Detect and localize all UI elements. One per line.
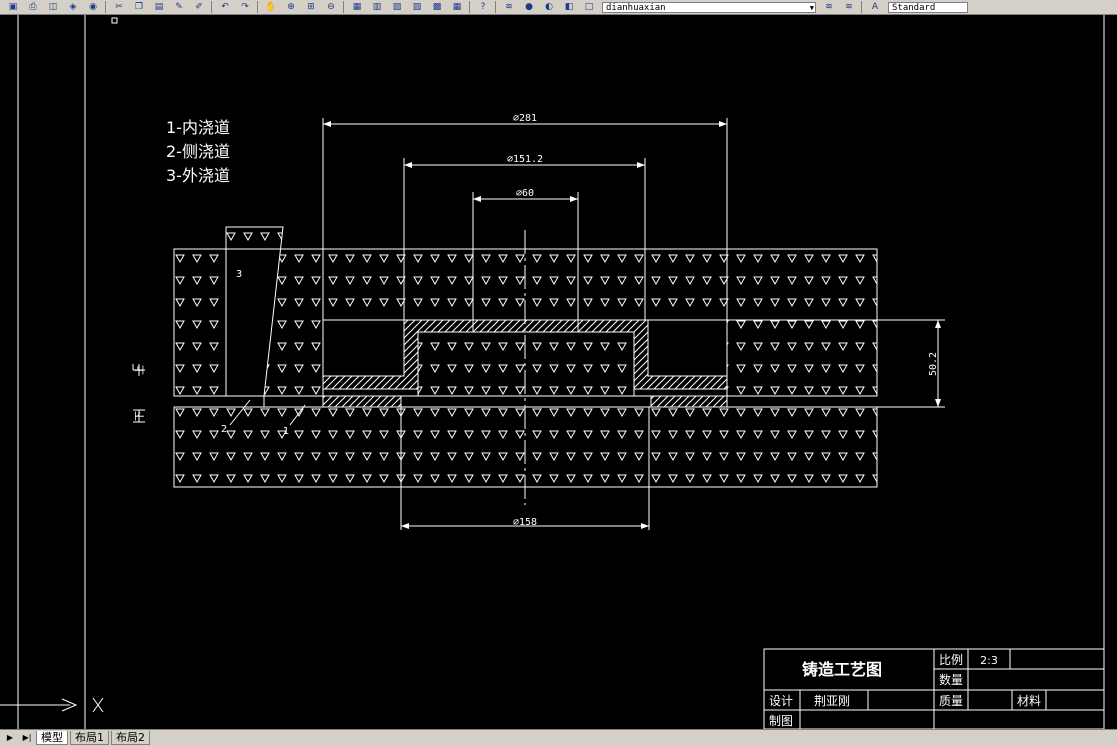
toolbar-separator xyxy=(257,1,258,13)
print-icon[interactable]: ⎙ xyxy=(26,1,40,13)
redo-icon[interactable]: ↷ xyxy=(238,1,252,13)
scale-label: 比例 xyxy=(939,653,963,667)
layer-dropdown-value: dianhuaxian xyxy=(606,2,666,13)
layer-states-icon[interactable]: ≋ xyxy=(842,1,856,13)
dim-text-50: 50.2 xyxy=(928,352,939,376)
calculator-icon[interactable]: ▦ xyxy=(450,1,464,13)
dim-text-281: ⌀281 xyxy=(513,113,537,124)
gate-number-2: 2 xyxy=(221,424,227,435)
layer-dropdown-arrow-icon: ▼ xyxy=(809,3,814,12)
scale-value: 2:3 xyxy=(980,654,998,667)
grip-marker[interactable] xyxy=(111,17,118,24)
tabs-filler xyxy=(150,730,1117,746)
toolbar-separator xyxy=(105,1,106,13)
preview-icon[interactable]: ◫ xyxy=(46,1,60,13)
design-center-icon[interactable]: ▥ xyxy=(370,1,384,13)
dim-text-60: ⌀60 xyxy=(516,188,534,199)
text-style-value: Standard xyxy=(892,2,936,13)
upper-mark-label: 上 xyxy=(134,365,146,375)
ucs-x-label xyxy=(92,697,104,713)
toolbar-separator xyxy=(469,1,470,13)
design-label: 设计 xyxy=(769,694,793,708)
layer-freeze-icon[interactable]: ◐ xyxy=(542,1,556,13)
mass-label: 质量 xyxy=(939,694,963,708)
plot-icon[interactable]: ◉ xyxy=(86,1,100,13)
layer-color-icon[interactable]: □ xyxy=(582,1,596,13)
toolbar-separator xyxy=(211,1,212,13)
qty-label: 数量 xyxy=(939,672,963,687)
side-runner xyxy=(263,395,324,408)
layer-lock-icon[interactable]: ◧ xyxy=(562,1,576,13)
layer-dropdown[interactable]: dianhuaxian ▼ xyxy=(602,1,816,13)
sheet-set-icon[interactable]: ▨ xyxy=(410,1,424,13)
text-style-icon[interactable]: A xyxy=(868,1,882,13)
tab-layout1[interactable]: 布局1 xyxy=(70,731,109,745)
paste-icon[interactable]: ▤ xyxy=(152,1,166,13)
layer-manager-icon[interactable]: ≋ xyxy=(502,1,516,13)
undo-icon[interactable]: ↶ xyxy=(218,1,232,13)
tab-layout2[interactable]: 布局2 xyxy=(111,731,150,745)
lower-mark-label: 下 xyxy=(135,411,146,421)
brush-icon[interactable]: ✐ xyxy=(192,1,206,13)
pan-icon[interactable]: ✋ xyxy=(264,1,278,13)
layer-previous-icon[interactable]: ≋ xyxy=(822,1,836,13)
properties-icon[interactable]: ▦ xyxy=(350,1,364,13)
tab-nav-next-icon[interactable]: ▶ xyxy=(3,732,17,744)
zoom-window-icon[interactable]: ⊞ xyxy=(304,1,318,13)
publish-icon[interactable]: ◈ xyxy=(66,1,80,13)
dim-text-151: ⌀151.2 xyxy=(507,154,543,165)
save-icon[interactable]: ▣ xyxy=(6,1,20,13)
toolbar-separator xyxy=(861,1,862,13)
standard-toolbar: ▣ ⎙ ◫ ◈ ◉ ✂ ❐ ▤ ✎ ✐ ↶ ↷ ✋ ⊕ ⊞ ⊖ ▦ ▥ ▧ ▨ ▩ ▦? ≋ ● ◐ ◧ □ dianhuaxian ▼… xyxy=(0,0,1117,15)
note-line-3: 3-外浇道 xyxy=(166,166,230,185)
tab-model[interactable]: 模型 xyxy=(36,731,68,745)
note-line-2: 2-侧浇道 xyxy=(166,142,230,161)
match-properties-icon[interactable]: ✎ xyxy=(172,1,186,13)
markup-icon[interactable]: ▩ xyxy=(430,1,444,13)
layout-tabs-bar: ▶ ▶| 模型 布局1 布局2 xyxy=(0,729,1117,746)
cut-icon[interactable]: ✂ xyxy=(112,1,126,13)
note-line-1: 1-内浇道 xyxy=(166,118,230,137)
help-icon[interactable]: ? xyxy=(476,1,490,13)
toolbar-separator xyxy=(495,1,496,13)
tool-palette-icon[interactable]: ▧ xyxy=(390,1,404,13)
draw-label: 制图 xyxy=(769,714,793,728)
tab-nav-last-icon[interactable]: ▶| xyxy=(20,732,34,744)
zoom-realtime-icon[interactable]: ⊕ xyxy=(284,1,298,13)
gate-number-3: 3 xyxy=(236,269,242,280)
material-label: 材料 xyxy=(1017,694,1041,708)
text-style-dropdown[interactable]: Standard xyxy=(888,1,968,13)
toolbar-separator xyxy=(343,1,344,13)
designer-name: 荆亚刚 xyxy=(814,694,850,708)
gate-number-1: 1 xyxy=(283,426,289,437)
dim-text-158: ⌀158 xyxy=(513,517,537,528)
inner-gate-left xyxy=(322,395,402,408)
title-text: 铸造工艺图 xyxy=(802,660,882,679)
copy-icon[interactable]: ❐ xyxy=(132,1,146,13)
inner-gate-right xyxy=(650,395,728,408)
core-sand xyxy=(417,331,635,397)
zoom-previous-icon[interactable]: ⊖ xyxy=(324,1,338,13)
drawing-canvas[interactable]: ⌀281 ⌀151.2 ⌀60 ⌀158 50.2 3 2 1 上 下 1-内浇… xyxy=(0,15,1117,729)
layer-on-icon[interactable]: ● xyxy=(522,1,536,13)
